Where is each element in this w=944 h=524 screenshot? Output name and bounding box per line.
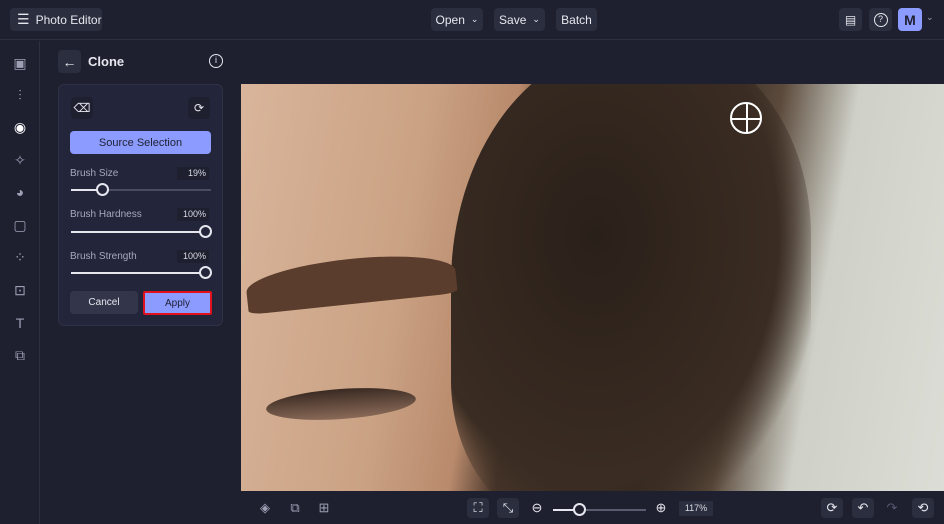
back-button[interactable]: ← (58, 50, 81, 73)
brush-size-knob[interactable] (95, 183, 109, 196)
fit-screen-icon[interactable]: ⛶ (467, 498, 489, 518)
save-label: Save (499, 12, 527, 27)
refresh-icon: ⟳ (193, 101, 205, 115)
zoom-slider-knob[interactable] (573, 503, 586, 516)
chevron-down-icon: ⌄ (470, 14, 479, 24)
arrow-left-icon: ← (62, 53, 77, 70)
text-icon[interactable]: T (10, 313, 30, 333)
shrink-icon[interactable]: ⤡ (497, 498, 519, 518)
bottom-toolbar: ◈ ⧉ ⊞ ⛶ ⤡ ⊖ ⊕ 117% ⟳ ↶ ↷ ⟲ (241, 491, 944, 524)
apply-button[interactable]: Apply (143, 291, 212, 315)
eye-shape (265, 383, 417, 425)
frame-icon[interactable]: ▢ (10, 215, 30, 235)
photo-canvas[interactable] (241, 84, 944, 491)
eraser-icon: ⌫ (73, 101, 91, 115)
brush-hardness-slider[interactable] (71, 225, 213, 238)
comment-icon: ▤ (844, 12, 857, 27)
panel-title: Clone (88, 54, 125, 69)
open-label: Open (435, 12, 465, 27)
brush-size-slider[interactable] (71, 183, 211, 196)
effects-icon[interactable]: ✧ (10, 150, 30, 170)
open-button[interactable]: Open ⌄ (431, 8, 483, 31)
eyebrow-shape (244, 248, 458, 315)
cancel-button[interactable]: Cancel (70, 291, 138, 314)
clone-settings-card: ⌫ ⟳ Source Selection Brush Size 19% Brus… (58, 84, 223, 326)
save-button[interactable]: Save ⌄ (494, 8, 545, 31)
zoom-in-icon[interactable]: ⊕ (650, 498, 672, 518)
info-icon[interactable]: i (209, 54, 223, 68)
brush-strength-label: Brush Strength (70, 251, 137, 262)
history-icon[interactable]: ⟲ (912, 498, 934, 518)
cancel-label: Cancel (88, 297, 120, 308)
source-selection-button[interactable]: Source Selection (70, 131, 211, 154)
brush-hardness-label: Brush Hardness (70, 209, 142, 220)
chevron-down-icon: ⌄ (532, 14, 540, 24)
reset-button[interactable]: ⟳ (188, 97, 210, 119)
overlay-icon[interactable]: ⊡ (10, 280, 30, 300)
menu-button[interactable]: ☰ Photo Editor (10, 8, 102, 31)
hair-shape (451, 84, 811, 491)
avatar-initial: M (904, 11, 916, 28)
top-bar: ☰ Photo Editor Open ⌄ Save ⌄ Batch ▤ ? M ⌄ (0, 0, 944, 40)
apply-label: Apply (164, 297, 190, 309)
refresh-canvas-icon[interactable]: ⟳ (821, 498, 843, 518)
avatar[interactable]: M (898, 8, 922, 31)
redo-icon[interactable]: ↷ (881, 498, 903, 518)
app-title: Photo Editor (35, 12, 102, 27)
batch-label: Batch (561, 12, 592, 27)
zoom-out-icon[interactable]: ⊖ (526, 498, 548, 518)
eraser-button[interactable]: ⌫ (71, 97, 93, 119)
account-chevron-icon[interactable]: ⌄ (926, 12, 934, 23)
brush-strength-knob[interactable] (199, 266, 213, 279)
palette-icon[interactable]: ◕ (10, 182, 30, 202)
help-icon: ? (873, 12, 888, 27)
crosshair-icon[interactable] (730, 102, 762, 134)
image-icon[interactable]: ▣ (10, 53, 30, 73)
brush-hardness-value[interactable]: 100% (177, 208, 209, 221)
layers-icon[interactable]: ◈ (254, 498, 276, 518)
tool-rail: ▣ ⫶ ◉ ✧ ◕ ▢ ⁘ ⊡ T ⧉ (0, 41, 40, 524)
grid-icon[interactable]: ⊞ (313, 498, 335, 518)
feedback-button[interactable]: ▤ (839, 8, 862, 31)
source-selection-label: Source Selection (98, 136, 183, 149)
elements-icon[interactable]: ⁘ (10, 247, 30, 267)
brush-size-label: Brush Size (70, 168, 119, 179)
duplicate-icon[interactable]: ⧉ (284, 498, 306, 518)
batch-button[interactable]: Batch (556, 8, 597, 31)
hamburger-icon: ☰ (17, 11, 30, 27)
zoom-level[interactable]: 117% (679, 501, 713, 516)
undo-icon[interactable]: ↶ (852, 498, 874, 518)
zoom-slider[interactable] (553, 503, 646, 516)
eye-icon[interactable]: ◉ (10, 117, 30, 137)
help-button[interactable]: ? (869, 8, 892, 31)
layers-tool-icon[interactable]: ⧉ (10, 345, 30, 365)
brush-hardness-knob[interactable] (199, 225, 213, 238)
brush-strength-slider[interactable] (71, 266, 213, 279)
brush-strength-value[interactable]: 100% (177, 250, 209, 263)
adjust-icon[interactable]: ⫶ (10, 85, 30, 105)
brush-size-value[interactable]: 19% (177, 167, 209, 180)
